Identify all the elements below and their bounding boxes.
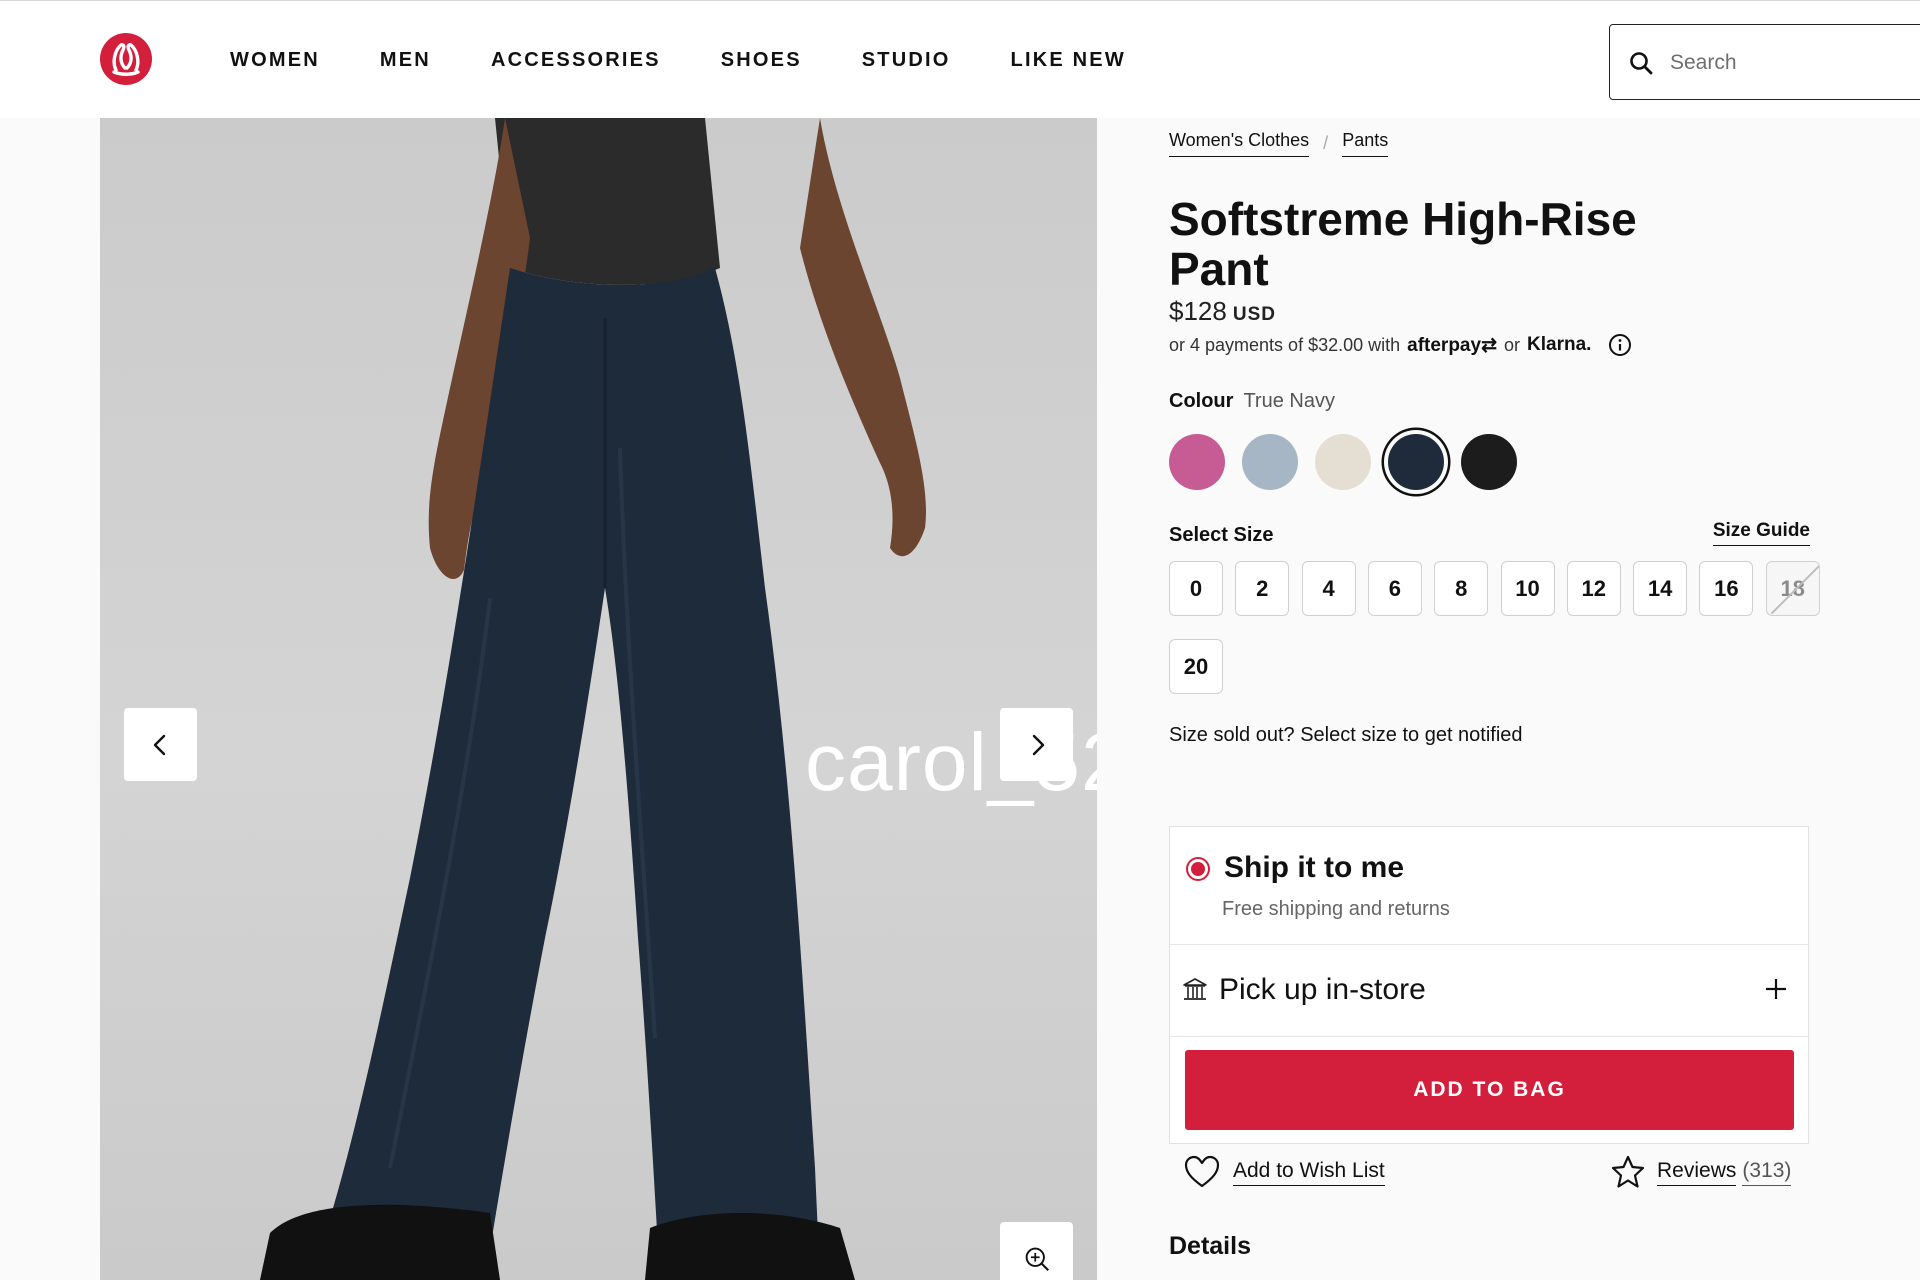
size-option-8[interactable]: 8: [1434, 561, 1489, 616]
colour-swatch-pink[interactable]: [1169, 434, 1225, 490]
search-icon: [1630, 52, 1653, 75]
size-option-20[interactable]: 20: [1169, 639, 1223, 694]
ship-subtitle: Free shipping and returns: [1222, 898, 1450, 920]
size-option-18[interactable]: 18: [1765, 561, 1820, 616]
wish-list-label: Add to Wish List: [1233, 1159, 1385, 1186]
size-option-0[interactable]: 0: [1169, 561, 1223, 616]
reviews-link[interactable]: Reviews (313): [1609, 1154, 1792, 1190]
size-option-12[interactable]: 12: [1566, 561, 1621, 616]
zoom-button[interactable]: [1000, 1222, 1073, 1280]
ship-to-me-option[interactable]: Ship it to me Free shipping and returns: [1170, 827, 1808, 945]
site-header: WOMEN MEN ACCESSORIES SHOES STUDIO LIKE …: [0, 0, 1920, 118]
fulfillment-options: Ship it to me Free shipping and returns …: [1169, 826, 1809, 1144]
klarna-logo[interactable]: Klarna.: [1527, 334, 1591, 356]
details-heading: Details: [1169, 1232, 1251, 1260]
ship-radio[interactable]: [1186, 857, 1210, 881]
size-option-6[interactable]: 6: [1367, 561, 1422, 616]
star-icon: [1611, 1155, 1645, 1188]
info-icon[interactable]: [1608, 333, 1632, 357]
breadcrumb-womens-clothes[interactable]: Women's Clothes: [1169, 130, 1310, 157]
select-size-label: Select Size: [1169, 524, 1274, 546]
lululemon-logo[interactable]: [99, 32, 153, 86]
size-option-4[interactable]: 4: [1301, 561, 1356, 616]
breadcrumb-separator: /: [1323, 133, 1329, 153]
reviews-count: (313): [1742, 1159, 1792, 1186]
nav-accessories[interactable]: ACCESSORIES: [491, 49, 661, 72]
chevron-right-icon: [1032, 734, 1044, 755]
size-sold-out-notice: Size sold out? Select size to get notifi…: [1169, 724, 1523, 746]
size-option-2[interactable]: 2: [1235, 561, 1290, 616]
store-icon: [1183, 978, 1207, 1000]
installments-text: or 4 payments of $32.00 with: [1169, 334, 1401, 355]
nav-men[interactable]: MEN: [380, 49, 431, 72]
reviews-label: Reviews: [1657, 1159, 1737, 1186]
add-to-wish-list-link[interactable]: Add to Wish List: [1183, 1154, 1385, 1190]
afterpay-logo[interactable]: afterpay⇄: [1407, 334, 1497, 357]
afterpay-label: afterpay: [1407, 334, 1482, 356]
colour-swatch-bone[interactable]: [1315, 434, 1371, 490]
nav-shoes[interactable]: SHOES: [721, 49, 802, 72]
colour-swatch-light-blue[interactable]: [1242, 434, 1298, 490]
main-nav: WOMEN MEN ACCESSORIES SHOES STUDIO LIKE …: [230, 49, 1186, 72]
colour-swatches: [1169, 434, 1534, 490]
pickup-title: Pick up in-store: [1219, 973, 1426, 1006]
nav-women[interactable]: WOMEN: [230, 49, 320, 72]
heart-icon: [1184, 1155, 1220, 1188]
price-currency: USD: [1232, 304, 1276, 325]
ship-title: Ship it to me: [1224, 851, 1404, 884]
previous-image-button[interactable]: [124, 708, 197, 781]
chevron-left-icon: [153, 734, 165, 755]
installments-info: or 4 payments of $32.00 with afterpay⇄ o…: [1169, 333, 1632, 357]
plus-icon[interactable]: [1762, 975, 1790, 1003]
installments-or: or: [1503, 334, 1520, 355]
price-amount: $128: [1169, 296, 1227, 326]
size-header: Select Size Size Guide: [1169, 520, 1810, 547]
zoom-in-icon: [1025, 1247, 1049, 1271]
nav-like-new[interactable]: LIKE NEW: [1011, 49, 1126, 72]
size-option-16[interactable]: 16: [1699, 561, 1754, 616]
size-option-10[interactable]: 10: [1500, 561, 1555, 616]
pickup-in-store-option[interactable]: Pick up in-store: [1170, 945, 1808, 1037]
colour-swatch-black[interactable]: [1461, 434, 1517, 490]
size-guide-link[interactable]: Size Guide: [1712, 520, 1810, 546]
colour-selection-label: Colour True Navy: [1169, 390, 1335, 413]
search-input[interactable]: [1670, 43, 1910, 83]
product-photo: [260, 118, 926, 1280]
add-to-bag-button[interactable]: ADD TO BAG: [1185, 1050, 1794, 1130]
breadcrumb: Women's Clothes / Pants: [1169, 130, 1389, 157]
colour-selected-name: True Navy: [1243, 390, 1335, 412]
product-price: $128 USD: [1169, 296, 1276, 327]
product-title: Softstreme High-Rise Pant: [1169, 193, 1637, 295]
search-box[interactable]: [1609, 24, 1920, 100]
product-image-gallery: carol_521521: [100, 118, 1097, 1280]
colour-label: Colour: [1169, 390, 1234, 412]
next-image-button[interactable]: [1000, 708, 1073, 781]
breadcrumb-pants[interactable]: Pants: [1342, 130, 1389, 157]
colour-swatch-true-navy[interactable]: [1388, 434, 1444, 490]
size-option-14[interactable]: 14: [1633, 561, 1688, 616]
nav-studio[interactable]: STUDIO: [862, 49, 951, 72]
